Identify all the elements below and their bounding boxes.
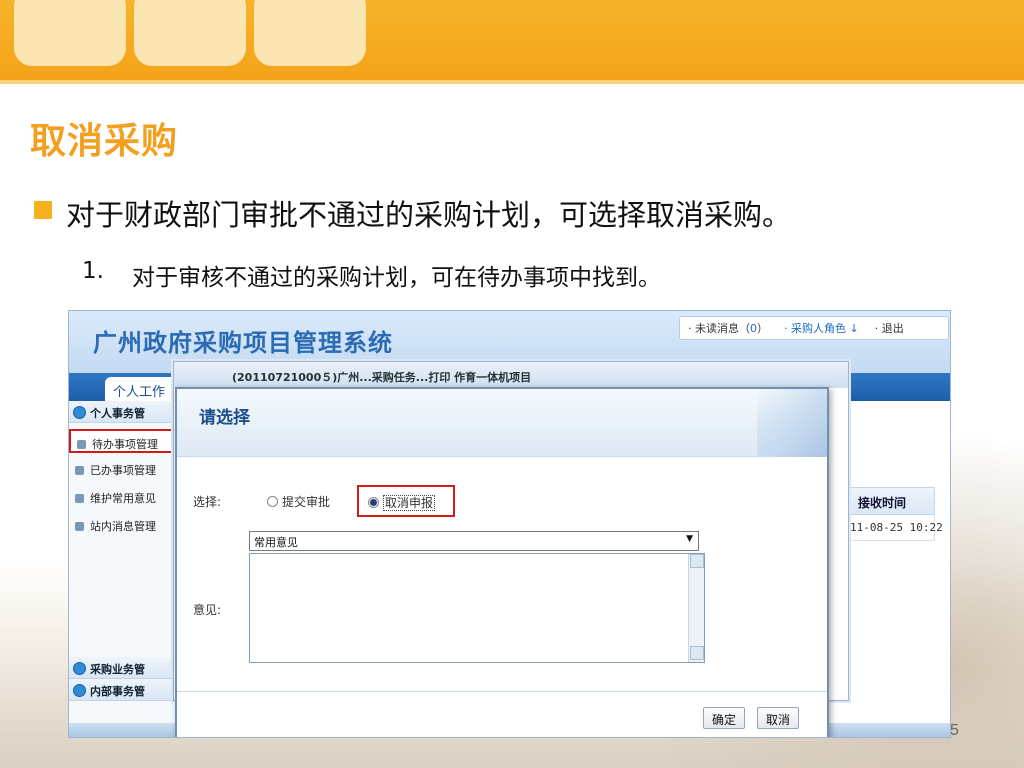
group-icon [73, 662, 86, 675]
dialog-divider [177, 691, 827, 692]
page-number: 5 [950, 722, 959, 739]
radio-label: 提交审批 [282, 495, 331, 509]
sidebar-group-label: 采购业务管 [90, 663, 145, 676]
scroll-down-button[interactable] [690, 646, 704, 660]
sidebar-item-messages[interactable]: 站内消息管理 [69, 513, 177, 537]
select-dialog: 请选择 选择: 提交审批 取消申报 常用意见 ▼ 意见: 确定 取消 [175, 387, 829, 737]
unread-messages-link[interactable]: · 未读消息（0） [688, 320, 768, 336]
arrow-icon [75, 522, 84, 531]
scrollbar[interactable] [688, 554, 704, 662]
banner-tab-shape [14, 0, 126, 66]
sidebar-group-personal[interactable]: 个人事务管 [69, 401, 177, 423]
group-icon [73, 406, 86, 419]
banner-tab-shape [254, 0, 366, 66]
arrow-icon [75, 466, 84, 475]
radio-cancel-declaration[interactable]: 取消申报 [357, 485, 455, 517]
app-title: 广州政府采购项目管理系统 [93, 328, 393, 357]
bullet-text: 对于财政部门审批不通过的采购计划，可选择取消采购。 [66, 198, 792, 232]
sidebar-item-label: 已办事项管理 [90, 464, 156, 477]
sidebar-group-label: 内部事务管 [90, 685, 145, 698]
cancel-button[interactable]: 取消 [757, 707, 799, 729]
radio-label: 取消申报 [383, 495, 436, 511]
logout-link[interactable]: · 退出 [875, 320, 904, 336]
arrow-icon [75, 494, 84, 503]
dropdown-arrow-icon: ▼ [686, 534, 693, 544]
sidebar-group-procurement[interactable]: 采购业务管 [69, 657, 177, 679]
radio-checked-icon [368, 497, 379, 508]
sidebar-item-todo[interactable]: 待办事项管理 [69, 429, 177, 453]
ok-button[interactable]: 确定 [703, 707, 745, 729]
sidebar-group-label: 个人事务管 [90, 407, 145, 420]
sidebar-item-opinions[interactable]: 维护常用意见 [69, 485, 177, 509]
role-dropdown[interactable]: · 采购人角色 ↓ [784, 320, 859, 336]
scroll-up-button[interactable] [690, 554, 704, 568]
background-window-title: (20110721000５)广州...采购任务...打印 作育一体机项目 [174, 362, 848, 388]
bullet-square-icon [34, 201, 52, 219]
sidebar-item-label: 待办事项管理 [92, 438, 158, 451]
sidebar: 个人事务管 待办事项管理 已办事项管理 维护常用意见 站内消息管理 采购业务管 … [69, 401, 177, 737]
slide-title: 取消采购 [30, 121, 179, 162]
sidebar-item-done[interactable]: 已办事项管理 [69, 457, 177, 481]
opinion-textarea[interactable] [249, 553, 705, 663]
banner-line [0, 80, 1024, 84]
radio-submit-approval[interactable]: 提交审批 [267, 493, 330, 510]
radio-unchecked-icon [267, 496, 278, 507]
unread-label: · 未读消息（ [688, 322, 750, 335]
dialog-title: 请选择 [199, 408, 250, 428]
sidebar-group-internal[interactable]: 内部事务管 [69, 679, 177, 701]
opinion-label: 意见: [193, 603, 222, 617]
sidebar-item-label: 维护常用意见 [90, 492, 156, 505]
column-header-received-time[interactable]: 接收时间 [845, 487, 935, 515]
group-icon [73, 684, 86, 697]
top-banner [0, 0, 1024, 80]
sidebar-item-label: 站内消息管理 [90, 520, 156, 533]
top-links-bar: · 未读消息（0） · 采购人角色 ↓ · 退出 [679, 316, 949, 340]
unread-count: 0 [750, 322, 757, 335]
banner-tab-shape [134, 0, 246, 66]
table-cell-received-time: 11-08-25 10:22 [845, 515, 943, 541]
arrow-icon [77, 440, 86, 449]
common-opinion-select[interactable]: 常用意见 ▼ [249, 531, 699, 551]
select-label: 选择: [193, 495, 222, 509]
app-screenshot: 广州政府采购项目管理系统 · 未读消息（0） · 采购人角色 ↓ · 退出 个人… [68, 310, 951, 738]
unread-suffix: ） [757, 322, 768, 335]
sub-item-text: 对于审核不通过的采购计划，可在待办事项中找到。 [132, 265, 661, 291]
dialog-header: 请选择 [177, 389, 827, 457]
dialog-decoration [757, 389, 827, 457]
select-value: 常用意见 [254, 536, 298, 549]
sub-item-number: 1. [82, 258, 104, 284]
